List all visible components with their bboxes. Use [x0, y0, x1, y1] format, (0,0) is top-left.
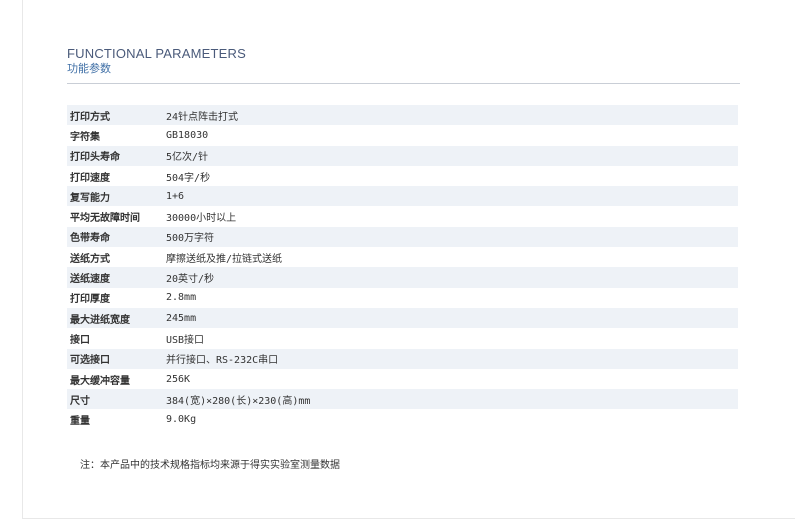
table-row: 色带寿命 500万字符	[67, 226, 738, 248]
section-header: FUNCTIONAL PARAMETERS 功能参数	[67, 46, 740, 76]
param-value: 1+6	[166, 186, 738, 207]
param-name: 打印厚度	[70, 294, 110, 306]
param-value: 5亿次/针	[166, 145, 738, 166]
param-value: 2.8mm	[166, 292, 197, 304]
table-row: 可选接口 并行接口、RS-232C串口	[67, 348, 738, 369]
table-row: 打印头寿命 5亿次/针	[67, 145, 738, 166]
param-value: 并行接口、RS-232C串口	[166, 348, 738, 369]
param-value: 30000小时以上	[166, 213, 237, 225]
section-title-cn: 功能参数	[67, 62, 111, 75]
param-name: 重量	[70, 416, 90, 428]
param-name: 送纸速度	[67, 267, 166, 288]
table-row: 接口 USB接口	[67, 328, 738, 348]
param-name: 打印头寿命	[67, 145, 166, 166]
parameters-table: 打印方式 24针点阵击打式 字符集 GB18030 打印头寿命 5亿次/针 打印速度 504字…	[67, 105, 738, 430]
table-row: 打印速度 504字/秒	[67, 166, 738, 186]
param-value: 245mm	[166, 307, 738, 329]
param-value: 500万字符	[166, 226, 738, 248]
table-row: 打印厚度 2.8mm	[67, 288, 738, 308]
table-row: 送纸方式 摩擦送纸及推/拉链式送纸	[67, 247, 738, 267]
param-name: 接口	[70, 334, 90, 346]
param-value: USB接口	[166, 334, 205, 346]
table-row: 尺寸 384(宽)×280(长)×230(高)mm	[67, 389, 738, 410]
param-name: 打印速度	[70, 172, 110, 184]
param-name: 平均无故障时间	[70, 213, 140, 225]
param-value: 9.0Kg	[166, 414, 197, 426]
param-name: 最大进纸宽度	[67, 307, 166, 329]
table-row: 复写能力 1+6	[67, 186, 738, 207]
param-value: 384(宽)×280(长)×230(高)mm	[166, 389, 738, 410]
param-value: 504字/秒	[166, 172, 211, 184]
param-value: 256K	[166, 373, 191, 385]
table-row: 最大缓冲容量 256K	[67, 369, 738, 389]
param-name: 打印方式	[67, 105, 166, 126]
param-name: 色带寿命	[67, 226, 166, 248]
param-value: 摩擦送纸及推/拉链式送纸	[166, 253, 283, 265]
param-name: 字符集	[70, 131, 100, 143]
table-row: 打印方式 24针点阵击打式	[67, 105, 738, 126]
table-row: 送纸速度 20英寸/秒	[67, 267, 738, 288]
param-value: GB18030	[166, 129, 209, 141]
header-divider	[67, 83, 740, 84]
table-row: 字符集 GB18030	[67, 125, 738, 145]
table-row: 重量 9.0Kg	[67, 409, 738, 429]
param-name: 尺寸	[67, 389, 166, 410]
param-name: 可选接口	[67, 348, 166, 369]
param-name: 送纸方式	[70, 253, 110, 265]
table-row: 最大进纸宽度 245mm	[67, 307, 738, 329]
param-name: 复写能力	[67, 186, 166, 207]
section-title-en: FUNCTIONAL PARAMETERS	[67, 46, 246, 61]
param-value: 24针点阵击打式	[166, 105, 738, 126]
footnote: 注：本产品中的技术规格指标均来源于得实实验室测量数据	[80, 460, 340, 471]
table-row: 平均无故障时间 30000小时以上	[67, 206, 738, 226]
param-name: 最大缓冲容量	[70, 375, 130, 387]
param-value: 20英寸/秒	[166, 267, 738, 288]
